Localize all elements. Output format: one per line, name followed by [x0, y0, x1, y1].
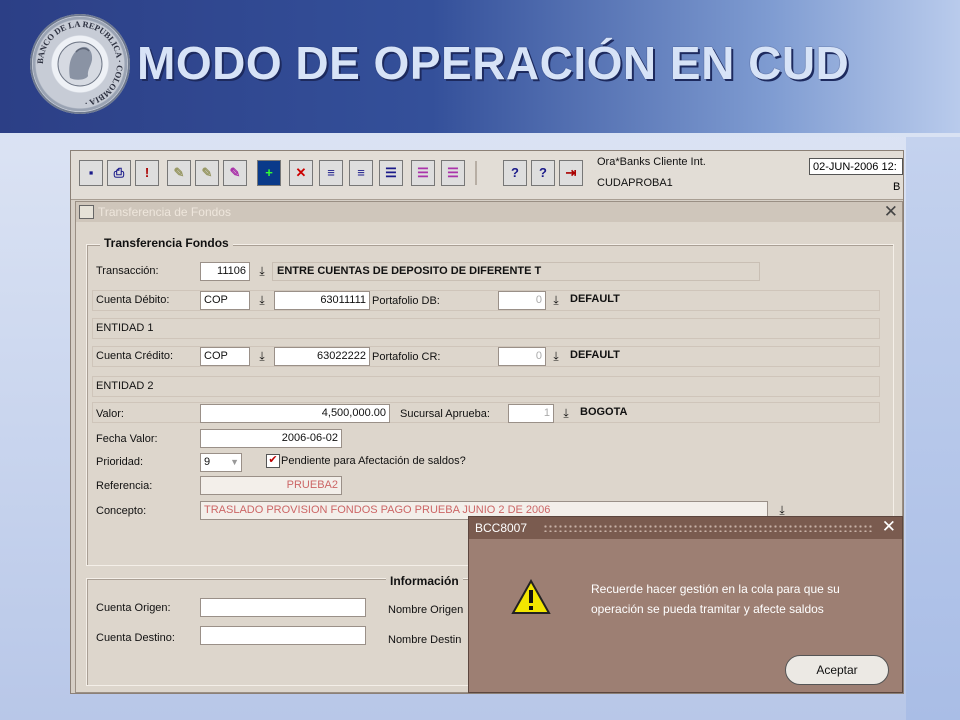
cuenta-credito-label: Cuenta Crédito: [96, 350, 174, 362]
debit-account-field[interactable]: 63011111 [274, 291, 370, 310]
print-alert-icon[interactable]: ! [135, 160, 159, 186]
concepto-label: Concepto: [96, 505, 147, 517]
cuenta-destino-field[interactable] [200, 626, 366, 645]
edit3-icon[interactable]: ✎ [223, 160, 247, 186]
portafolio-cr-lov-icon[interactable]: ⤓ [548, 347, 564, 366]
edit-icon[interactable]: ✎ [167, 160, 191, 186]
dialog-message: Recuerde hacer gestión en la cola para q… [591, 579, 891, 619]
add-record-icon[interactable]: + [257, 160, 281, 186]
exit-icon[interactable]: ⇥ [559, 160, 583, 186]
user-label: CUDAPROBA1 [597, 177, 673, 189]
fecha-valor-label: Fecha Valor: [96, 433, 158, 445]
date-field: 02-JUN-2006 12: [809, 158, 903, 175]
list-icon[interactable]: ☰ [379, 160, 403, 186]
nombre-origen-label: Nombre Origen [388, 604, 464, 616]
prioridad-label: Prioridad: [96, 456, 144, 468]
query-icon[interactable]: ≡ [319, 160, 343, 186]
transaccion-label: Transacción: [96, 265, 159, 277]
question-icon[interactable]: ? [531, 160, 555, 186]
debit-currency-lov-icon[interactable]: ⤓ [254, 291, 270, 310]
sucursal-code-field[interactable]: 1 [508, 404, 554, 423]
valor-label: Valor: [96, 408, 124, 420]
pendiente-label: Pendiente para Afectación de saldos? [281, 455, 466, 467]
dialog-message-line2: operación se pueda tramitar y afecte sal… [591, 602, 824, 616]
entidad1-label: ENTIDAD 1 [96, 322, 154, 334]
cuenta-debito-label: Cuenta Débito: [96, 294, 170, 306]
valor-field[interactable]: 4,500,000.00 [200, 404, 390, 423]
referencia-label: Referencia: [96, 480, 153, 492]
dialog-close-icon[interactable]: ✕ [882, 517, 896, 537]
entidad1-row [92, 318, 880, 339]
window-icon [79, 205, 94, 219]
save-icon[interactable]: ▪ [79, 160, 103, 186]
dialog-title: BCC8007 [475, 521, 528, 535]
sucursal-lov-icon[interactable]: ⤓ [558, 404, 574, 423]
dialog-titlebar: BCC8007 ✕ [469, 517, 902, 539]
client-label: Ora*Banks Cliente Int. [597, 156, 706, 168]
debit-currency-field[interactable]: COP [200, 291, 250, 310]
sucursal-aprueba-label: Sucursal Aprueba: [400, 408, 490, 420]
entidad2-label: ENTIDAD 2 [96, 380, 154, 392]
referencia-field[interactable]: PRUEBA2 [200, 476, 342, 495]
nombre-destino-label: Nombre Destin [388, 634, 462, 646]
window-title: Transferencia de Fondos [98, 205, 231, 219]
query2-icon[interactable]: ≡ [349, 160, 373, 186]
portafolio-cr-field[interactable]: 0 [498, 347, 546, 366]
portafolio-db-name: DEFAULT [570, 293, 620, 305]
window-close-icon[interactable]: ✕ [884, 202, 898, 222]
slide-right-stripe [906, 135, 960, 720]
cuenta-origen-field[interactable] [200, 598, 366, 617]
help-icon[interactable]: ? [503, 160, 527, 186]
titlebar-pattern [543, 524, 873, 532]
dialog-message-line1: Recuerde hacer gestión en la cola para q… [591, 582, 840, 596]
transaccion-code-field[interactable]: 11106 [200, 262, 250, 281]
portafolio-db-field[interactable]: 0 [498, 291, 546, 310]
list2-icon[interactable]: ☰ [411, 160, 435, 186]
credit-currency-field[interactable]: COP [200, 347, 250, 366]
entidad2-row [92, 376, 880, 397]
status-suffix: B [893, 181, 901, 193]
header-separator [0, 133, 960, 137]
alert-dialog: BCC8007 ✕ Recuerde hacer gestión en la c… [468, 516, 903, 693]
section-title: Transferencia Fondos [100, 236, 233, 250]
prioridad-value: 9 [204, 456, 211, 468]
portafolio-db-label: Portafolio DB: [372, 295, 440, 307]
slide-title: MODO DE OPERACIÓN EN CUD [137, 37, 850, 89]
chevron-down-icon: ▼ [230, 457, 239, 467]
warning-icon [511, 579, 551, 614]
portafolio-db-lov-icon[interactable]: ⤓ [548, 291, 564, 310]
sucursal-name: BOGOTA [580, 406, 628, 418]
print-icon[interactable]: ⎙ [107, 160, 131, 186]
portafolio-cr-label: Portafolio CR: [372, 351, 441, 363]
credit-account-field[interactable]: 63022222 [274, 347, 370, 366]
aceptar-button[interactable]: Aceptar [785, 655, 889, 685]
credit-currency-lov-icon[interactable]: ⤓ [254, 347, 270, 366]
toolbar: ▪ ⎙ ! ✎ ✎ ✎ + ✕ ≡ ≡ ☰ ☰ ☰ ? ? ⇥ Ora*Bank… [71, 151, 903, 200]
window-titlebar: Transferencia de Fondos ✕ [76, 202, 902, 222]
transaccion-description: ENTRE CUENTAS DE DEPOSITO DE DIFERENTE T [272, 262, 760, 281]
transaccion-lov-icon[interactable]: ⤓ [254, 262, 270, 281]
logo-seal-icon: BANCO DE LA REPUBLICA · COLOMBIA · [35, 19, 125, 109]
toolbar-separator [475, 161, 477, 185]
pendiente-checkbox[interactable]: ✔ [266, 454, 280, 468]
banco-de-la-republica-logo: BANCO DE LA REPUBLICA · COLOMBIA · [30, 14, 130, 114]
info-title: Información [386, 574, 463, 588]
list3-icon[interactable]: ☰ [441, 160, 465, 186]
cuenta-origen-label: Cuenta Origen: [96, 602, 171, 614]
delete-record-icon[interactable]: ✕ [289, 160, 313, 186]
portafolio-cr-name: DEFAULT [570, 349, 620, 361]
prioridad-select[interactable]: 9 ▼ [200, 453, 242, 472]
fecha-valor-field[interactable]: 2006-06-02 [200, 429, 342, 448]
edit2-icon[interactable]: ✎ [195, 160, 219, 186]
cuenta-destino-label: Cuenta Destino: [96, 632, 175, 644]
